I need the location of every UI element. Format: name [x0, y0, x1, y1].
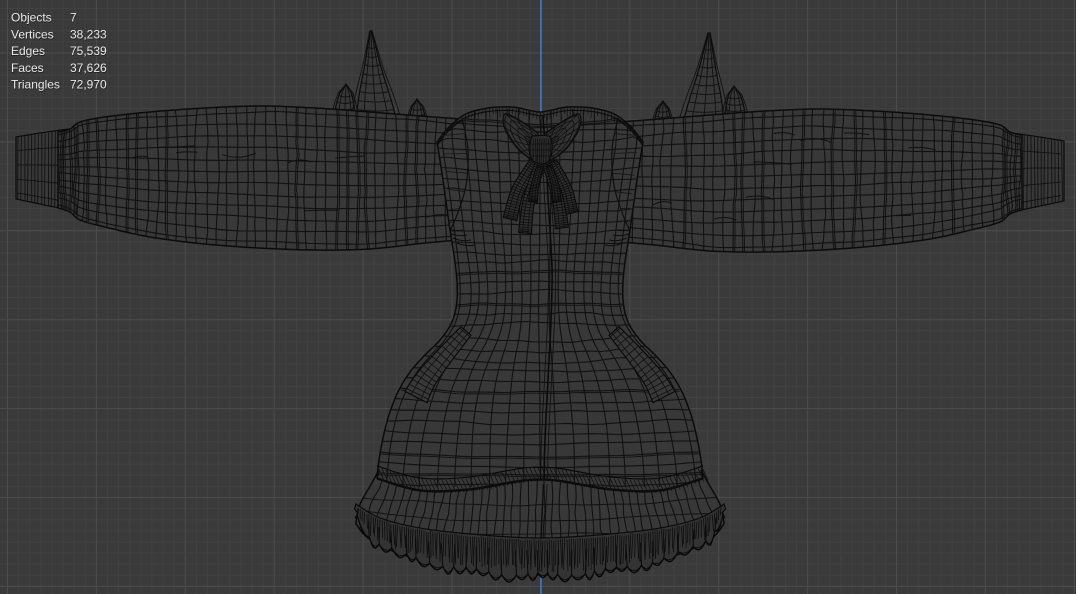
svg-text:Edges: Edges — [11, 44, 45, 58]
svg-text:Triangles: Triangles — [11, 78, 60, 92]
svg-text:Objects: Objects — [11, 11, 52, 25]
svg-text:7: 7 — [70, 11, 77, 25]
svg-text:Faces: Faces — [11, 61, 44, 75]
svg-text:72,970: 72,970 — [70, 78, 107, 92]
svg-text:38,233: 38,233 — [70, 27, 107, 41]
svg-text:37,626: 37,626 — [70, 61, 107, 75]
svg-text:75,539: 75,539 — [70, 44, 107, 58]
svg-text:Vertices: Vertices — [11, 27, 54, 41]
